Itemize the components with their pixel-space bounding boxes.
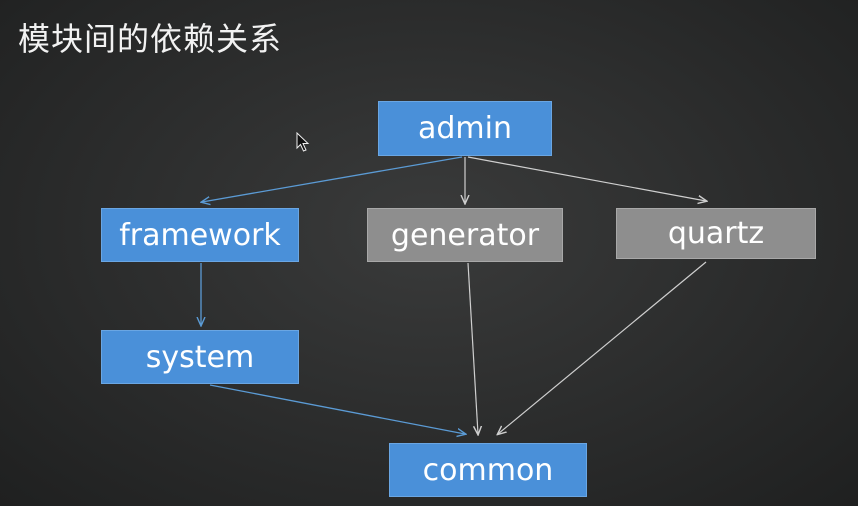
- module-framework: framework: [101, 208, 299, 262]
- module-quartz-label: quartz: [667, 216, 765, 251]
- edge-system-common: [209, 384, 465, 434]
- module-system-label: system: [145, 339, 255, 375]
- module-admin-label: admin: [418, 111, 512, 146]
- module-admin: admin: [378, 101, 552, 156]
- module-generator: generator: [367, 208, 563, 262]
- edge-quartz-common: [498, 261, 707, 434]
- module-common-label: common: [422, 452, 554, 488]
- mouse-pointer-icon: [296, 132, 310, 152]
- slide: 模块间的依赖关系 admin framework generator quart…: [0, 0, 858, 506]
- slide-title: 模块间的依赖关系: [18, 20, 283, 58]
- module-generator-label: generator: [390, 217, 540, 253]
- module-framework-label: framework: [119, 217, 281, 253]
- module-common: common: [389, 443, 587, 497]
- edge-generator-common: [467, 262, 478, 434]
- module-system: system: [101, 330, 299, 384]
- edge-admin-quartz: [467, 156, 706, 201]
- module-quartz: quartz: [616, 208, 816, 259]
- edge-admin-framework: [202, 156, 463, 202]
